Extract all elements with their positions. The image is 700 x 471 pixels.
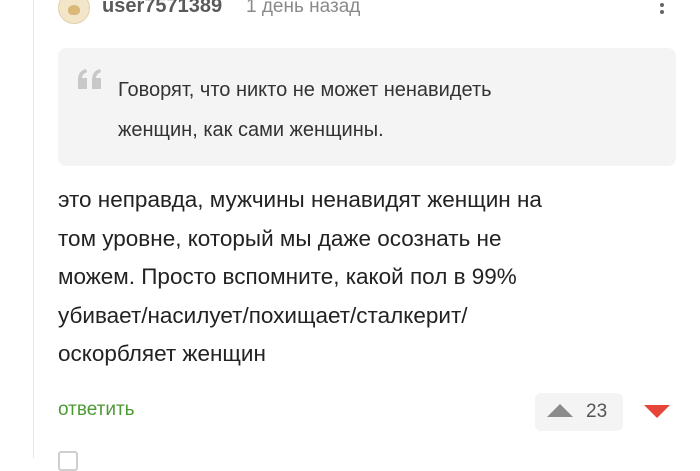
rating-box: 23 [535, 393, 623, 431]
quote-text: Говорят, что никто не может ненавидеть ж… [118, 70, 658, 150]
body-line: том уровне, который мы даже осознать не [58, 225, 502, 251]
reply-button[interactable]: ответить [58, 399, 135, 421]
select-checkbox[interactable] [58, 451, 78, 471]
username[interactable]: user7571389 [102, 0, 222, 18]
body-line: можем. Просто вспомните, какой пол в 99% [58, 264, 517, 289]
quote-line: Говорят, что никто не может ненавидеть [118, 79, 492, 101]
quote-line: женщин, как сами женщины. [118, 119, 384, 141]
body-line: убивает/насилует/похищает/сталкерит/ [58, 302, 468, 328]
quote-icon [78, 69, 101, 89]
more-vertical-icon[interactable] [658, 0, 666, 20]
arrow-down-icon[interactable] [644, 405, 670, 418]
comment-header: user7571389 1 день назад [58, 0, 678, 24]
quote-block: Говорят, что никто не может ненавидеть ж… [58, 48, 676, 166]
avatar[interactable] [58, 0, 90, 24]
comment-body: это неправда, мужчины ненавидят женщин н… [58, 181, 658, 374]
body-line: оскорбляет женщин [58, 341, 266, 366]
rating-count: 23 [586, 401, 608, 422]
comment-time: 1 день назад [246, 0, 361, 17]
thread-line [33, 0, 34, 458]
body-line: это неправда, мужчины ненавидят женщин н… [58, 187, 542, 212]
arrow-up-icon[interactable] [547, 404, 573, 417]
